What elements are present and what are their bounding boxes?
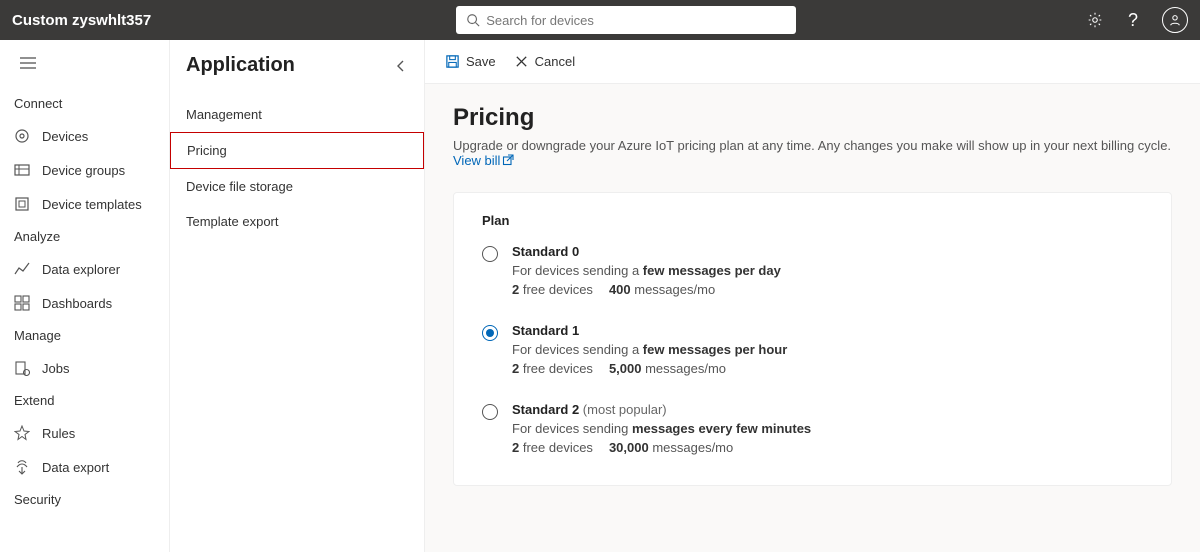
nav-label: Device templates xyxy=(42,197,142,212)
app-title: Custom zyswhlt357 xyxy=(12,12,151,29)
radio-standard-1[interactable] xyxy=(482,325,498,341)
plan-description: For devices sending messages every few m… xyxy=(512,421,811,436)
help-icon: ? xyxy=(1128,10,1138,31)
plan-name: Standard 1 xyxy=(512,323,579,338)
nav-item-rules[interactable]: Rules xyxy=(0,416,169,450)
plan-description: For devices sending a few messages per h… xyxy=(512,342,787,357)
help-button[interactable]: ? xyxy=(1124,11,1142,29)
account-button[interactable] xyxy=(1162,7,1188,33)
nav-item-devices[interactable]: Devices xyxy=(0,119,169,153)
devices-icon xyxy=(14,128,30,144)
nav-label: Rules xyxy=(42,426,75,441)
nav-label: Data explorer xyxy=(42,262,120,277)
secondary-sidebar: Application Management Pricing Device fi… xyxy=(170,40,425,552)
plan-option-standard-1[interactable]: Standard 1 For devices sending a few mes… xyxy=(482,323,1143,376)
top-bar: Custom zyswhlt357 ? xyxy=(0,0,1200,40)
plan-tag: (most popular) xyxy=(579,402,666,417)
sub-nav-template-export[interactable]: Template export xyxy=(170,204,424,239)
nav-section-connect: Connect xyxy=(0,88,169,119)
close-icon xyxy=(514,54,529,69)
radio-standard-2[interactable] xyxy=(482,404,498,420)
nav-label: Data export xyxy=(42,460,109,475)
settings-button[interactable] xyxy=(1086,11,1104,29)
nav-label: Jobs xyxy=(42,361,69,376)
nav-item-dashboards[interactable]: Dashboards xyxy=(0,286,169,320)
view-bill-link[interactable]: View bill xyxy=(453,153,514,168)
user-icon xyxy=(1168,13,1182,27)
command-bar: Save Cancel xyxy=(425,40,1200,84)
nav-label: Device groups xyxy=(42,163,125,178)
data-export-icon xyxy=(14,459,30,475)
plan-limits: 2 free devices400 messages/mo xyxy=(512,282,781,297)
nav-section-security: Security xyxy=(0,484,169,515)
sub-nav-pricing[interactable]: Pricing xyxy=(170,132,424,169)
topbar-actions: ? xyxy=(1086,7,1188,33)
secondary-sidebar-title: Application xyxy=(186,54,295,77)
search-icon xyxy=(466,13,480,27)
content-panel: Save Cancel Pricing Upgrade or downgrade… xyxy=(425,40,1200,552)
page-subtitle: Upgrade or downgrade your Azure IoT pric… xyxy=(453,138,1172,168)
nav-item-data-export[interactable]: Data export xyxy=(0,450,169,484)
search-container xyxy=(456,6,796,34)
sub-nav-device-file-storage[interactable]: Device file storage xyxy=(170,169,424,204)
page-title: Pricing xyxy=(453,104,1172,132)
nav-section-manage: Manage xyxy=(0,320,169,351)
search-input[interactable] xyxy=(456,6,796,34)
nav-item-device-groups[interactable]: Device groups xyxy=(0,153,169,187)
rules-icon xyxy=(14,425,30,441)
save-button[interactable]: Save xyxy=(445,54,496,69)
cancel-label: Cancel xyxy=(535,54,575,69)
nav-label: Dashboards xyxy=(42,296,112,311)
save-label: Save xyxy=(466,54,496,69)
nav-item-jobs[interactable]: Jobs xyxy=(0,351,169,385)
jobs-icon xyxy=(14,360,30,376)
primary-sidebar: Connect Devices Device groups Device tem… xyxy=(0,40,170,552)
save-icon xyxy=(445,54,460,69)
plan-card: Plan Standard 0 For devices sending a fe… xyxy=(453,192,1172,486)
plan-description: For devices sending a few messages per d… xyxy=(512,263,781,278)
data-explorer-icon xyxy=(14,261,30,277)
gear-icon xyxy=(1086,11,1104,29)
plan-name: Standard 2 xyxy=(512,402,579,417)
device-templates-icon xyxy=(14,196,30,212)
subtitle-text: Upgrade or downgrade your Azure IoT pric… xyxy=(453,138,1171,153)
nav-item-device-templates[interactable]: Device templates xyxy=(0,187,169,221)
collapse-sidebar-button[interactable] xyxy=(0,50,169,88)
nav-item-data-explorer[interactable]: Data explorer xyxy=(0,252,169,286)
device-groups-icon xyxy=(14,162,30,178)
plan-name: Standard 0 xyxy=(512,244,579,259)
plan-limits: 2 free devices5,000 messages/mo xyxy=(512,361,787,376)
plan-card-header: Plan xyxy=(482,213,1143,228)
nav-section-extend: Extend xyxy=(0,385,169,416)
collapse-panel-button[interactable] xyxy=(394,59,408,73)
plan-option-standard-2[interactable]: Standard 2 (most popular) For devices se… xyxy=(482,402,1143,455)
nav-label: Devices xyxy=(42,129,88,144)
nav-section-analyze: Analyze xyxy=(0,221,169,252)
plan-option-standard-0[interactable]: Standard 0 For devices sending a few mes… xyxy=(482,244,1143,297)
hamburger-icon xyxy=(20,57,36,69)
cancel-button[interactable]: Cancel xyxy=(514,54,575,69)
plan-limits: 2 free devices30,000 messages/mo xyxy=(512,440,811,455)
sub-nav-management[interactable]: Management xyxy=(170,97,424,132)
main-area: Connect Devices Device groups Device tem… xyxy=(0,40,1200,552)
external-link-icon xyxy=(502,154,514,166)
dashboards-icon xyxy=(14,295,30,311)
radio-standard-0[interactable] xyxy=(482,246,498,262)
